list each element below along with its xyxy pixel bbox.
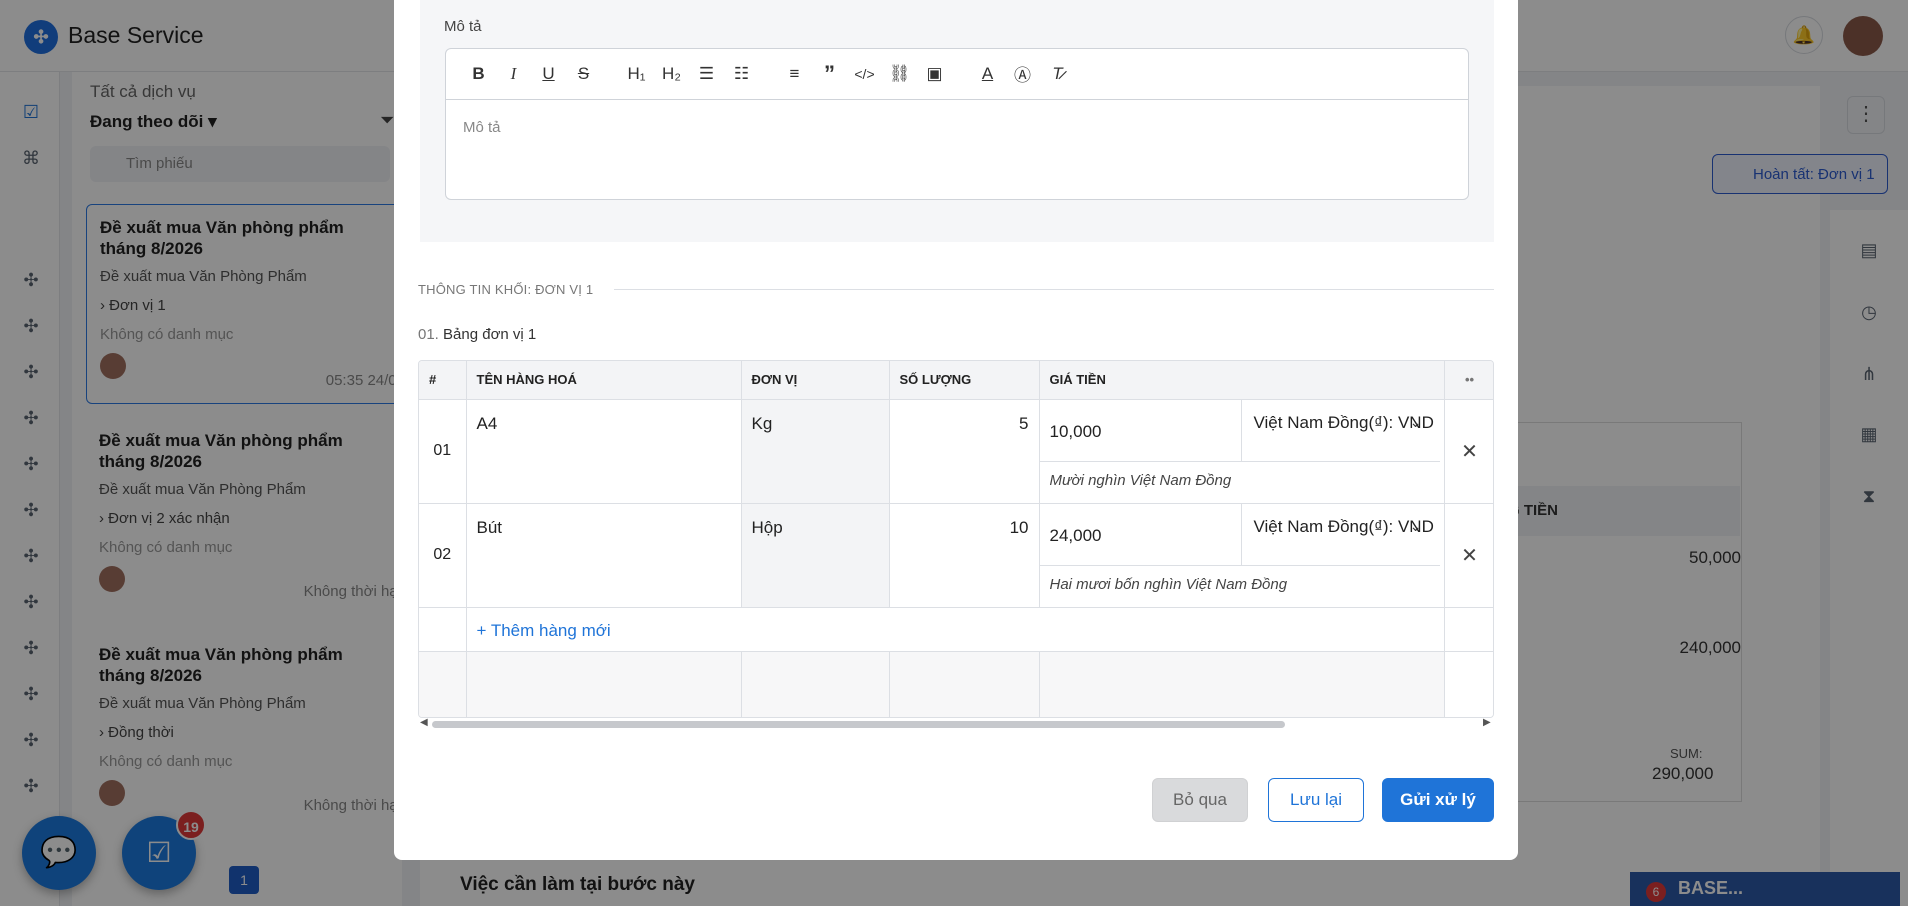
item-name-cell[interactable]: Bút <box>466 503 742 608</box>
price-in-words: Hai mươi bốn nghìn Việt Nam Đồng <box>1049 575 1288 593</box>
image-icon[interactable]: ▣ <box>917 59 952 89</box>
strikethrough-icon[interactable]: S <box>566 59 601 89</box>
text-color-icon[interactable]: A <box>970 59 1005 89</box>
column-header-price: GIÁ TIỀN <box>1039 361 1445 400</box>
block-header: THÔNG TIN KHỐI: ĐƠN VỊ 1 <box>418 282 594 297</box>
description-label: Mô tả <box>444 18 482 35</box>
table-index: 01. <box>418 326 439 343</box>
bold-icon[interactable]: B <box>461 59 496 89</box>
column-header-unit: ĐƠN VỊ <box>741 361 890 400</box>
currency-value: Việt Nam Đồng(₫): VND <box>1253 412 1434 432</box>
underline-icon[interactable]: U <box>531 59 566 89</box>
currency-select[interactable]: Việt Nam Đồng(₫): VND ⌄ <box>1242 400 1440 461</box>
empty-row <box>419 651 1493 717</box>
item-price-cell: 10,000 Việt Nam Đồng(₫): VND ⌄ Mười nghìn… <box>1039 399 1445 504</box>
table-name: Bảng đơn vị 1 <box>443 326 537 343</box>
bullet-list-icon[interactable]: ☷ <box>724 59 759 89</box>
item-price-cell: 24,000 Việt Nam Đồng(₫): VND ⌄ Hai mươi b… <box>1039 503 1445 608</box>
currency-select[interactable]: Việt Nam Đồng(₫): VND ⌄ <box>1242 504 1440 565</box>
column-settings-icon[interactable]: •• <box>1444 361 1493 400</box>
scroll-right-icon[interactable]: ▶ <box>1483 717 1491 728</box>
description-placeholder: Mô tả <box>463 119 501 136</box>
items-table: # TÊN HÀNG HOÁ ĐƠN VỊ SỐ LƯỢNG GIÁ TIỀN … <box>418 360 1494 718</box>
table-row: 02 Bút Hộp 10 24,000 Việt Nam Đồng(₫): V… <box>419 503 1493 608</box>
column-header-quantity: SỐ LƯỢNG <box>889 361 1040 400</box>
italic-icon[interactable]: I <box>496 59 531 89</box>
scroll-left-icon[interactable]: ◀ <box>420 717 428 728</box>
price-amount-input[interactable]: 24,000 <box>1040 503 1242 565</box>
item-quantity-cell[interactable]: 10 <box>889 503 1040 608</box>
clear-format-icon[interactable]: T̷ <box>1040 59 1075 89</box>
price-in-words: Mười nghìn Việt Nam Đồng <box>1049 471 1232 489</box>
chevron-down-icon: ⌄ <box>1409 413 1422 430</box>
highlight-color-icon[interactable]: Ⓐ <box>1005 59 1040 89</box>
quote-icon[interactable]: ” <box>812 59 847 89</box>
link-icon[interactable]: ⛓ <box>882 59 917 89</box>
table-row: 01 A4 Kg 5 10,000 Việt Nam Đồng(₫): VND ⌄… <box>419 399 1493 504</box>
item-unit-cell[interactable]: Hộp <box>741 503 890 608</box>
heading-2-icon[interactable]: H₂ <box>654 59 689 89</box>
row-index: 02 <box>419 503 467 608</box>
heading-1-icon[interactable]: H₁ <box>619 59 654 89</box>
align-icon[interactable]: ≡ <box>777 59 812 89</box>
add-row-line: + Thêm hàng mới <box>419 607 1493 652</box>
horizontal-scrollbar[interactable] <box>432 721 1285 728</box>
price-amount-input[interactable]: 10,000 <box>1040 399 1242 461</box>
cancel-button[interactable]: Bỏ qua <box>1152 778 1248 822</box>
save-button[interactable]: Lưu lại <box>1268 778 1364 822</box>
column-header-name: TÊN HÀNG HOÁ <box>466 361 742 400</box>
editor-toolbar: B I U S H₁ H₂ ☰ ☷ ≡ ” </> ⛓ ▣ A Ⓐ T̷ <box>445 48 1469 100</box>
item-quantity-cell[interactable]: 5 <box>889 399 1040 504</box>
row-index: 01 <box>419 399 467 504</box>
delete-row-icon[interactable]: ✕ <box>1444 399 1493 504</box>
item-name-cell[interactable]: A4 <box>466 399 742 504</box>
delete-row-icon[interactable]: ✕ <box>1444 503 1493 608</box>
add-row-button[interactable]: + Thêm hàng mới <box>466 607 1445 652</box>
submit-button[interactable]: Gửi xử lý <box>1382 778 1494 822</box>
currency-value: Việt Nam Đồng(₫): VND <box>1253 516 1434 536</box>
code-icon[interactable]: </> <box>847 59 882 89</box>
block-divider <box>614 289 1494 290</box>
table-title: 01. Bảng đơn vị 1 <box>418 326 536 343</box>
column-header-index: # <box>419 361 467 400</box>
chevron-down-icon: ⌄ <box>1409 517 1422 534</box>
description-input[interactable]: Mô tả <box>446 101 1468 199</box>
item-unit-cell[interactable]: Kg <box>741 399 890 504</box>
ordered-list-icon[interactable]: ☰ <box>689 59 724 89</box>
